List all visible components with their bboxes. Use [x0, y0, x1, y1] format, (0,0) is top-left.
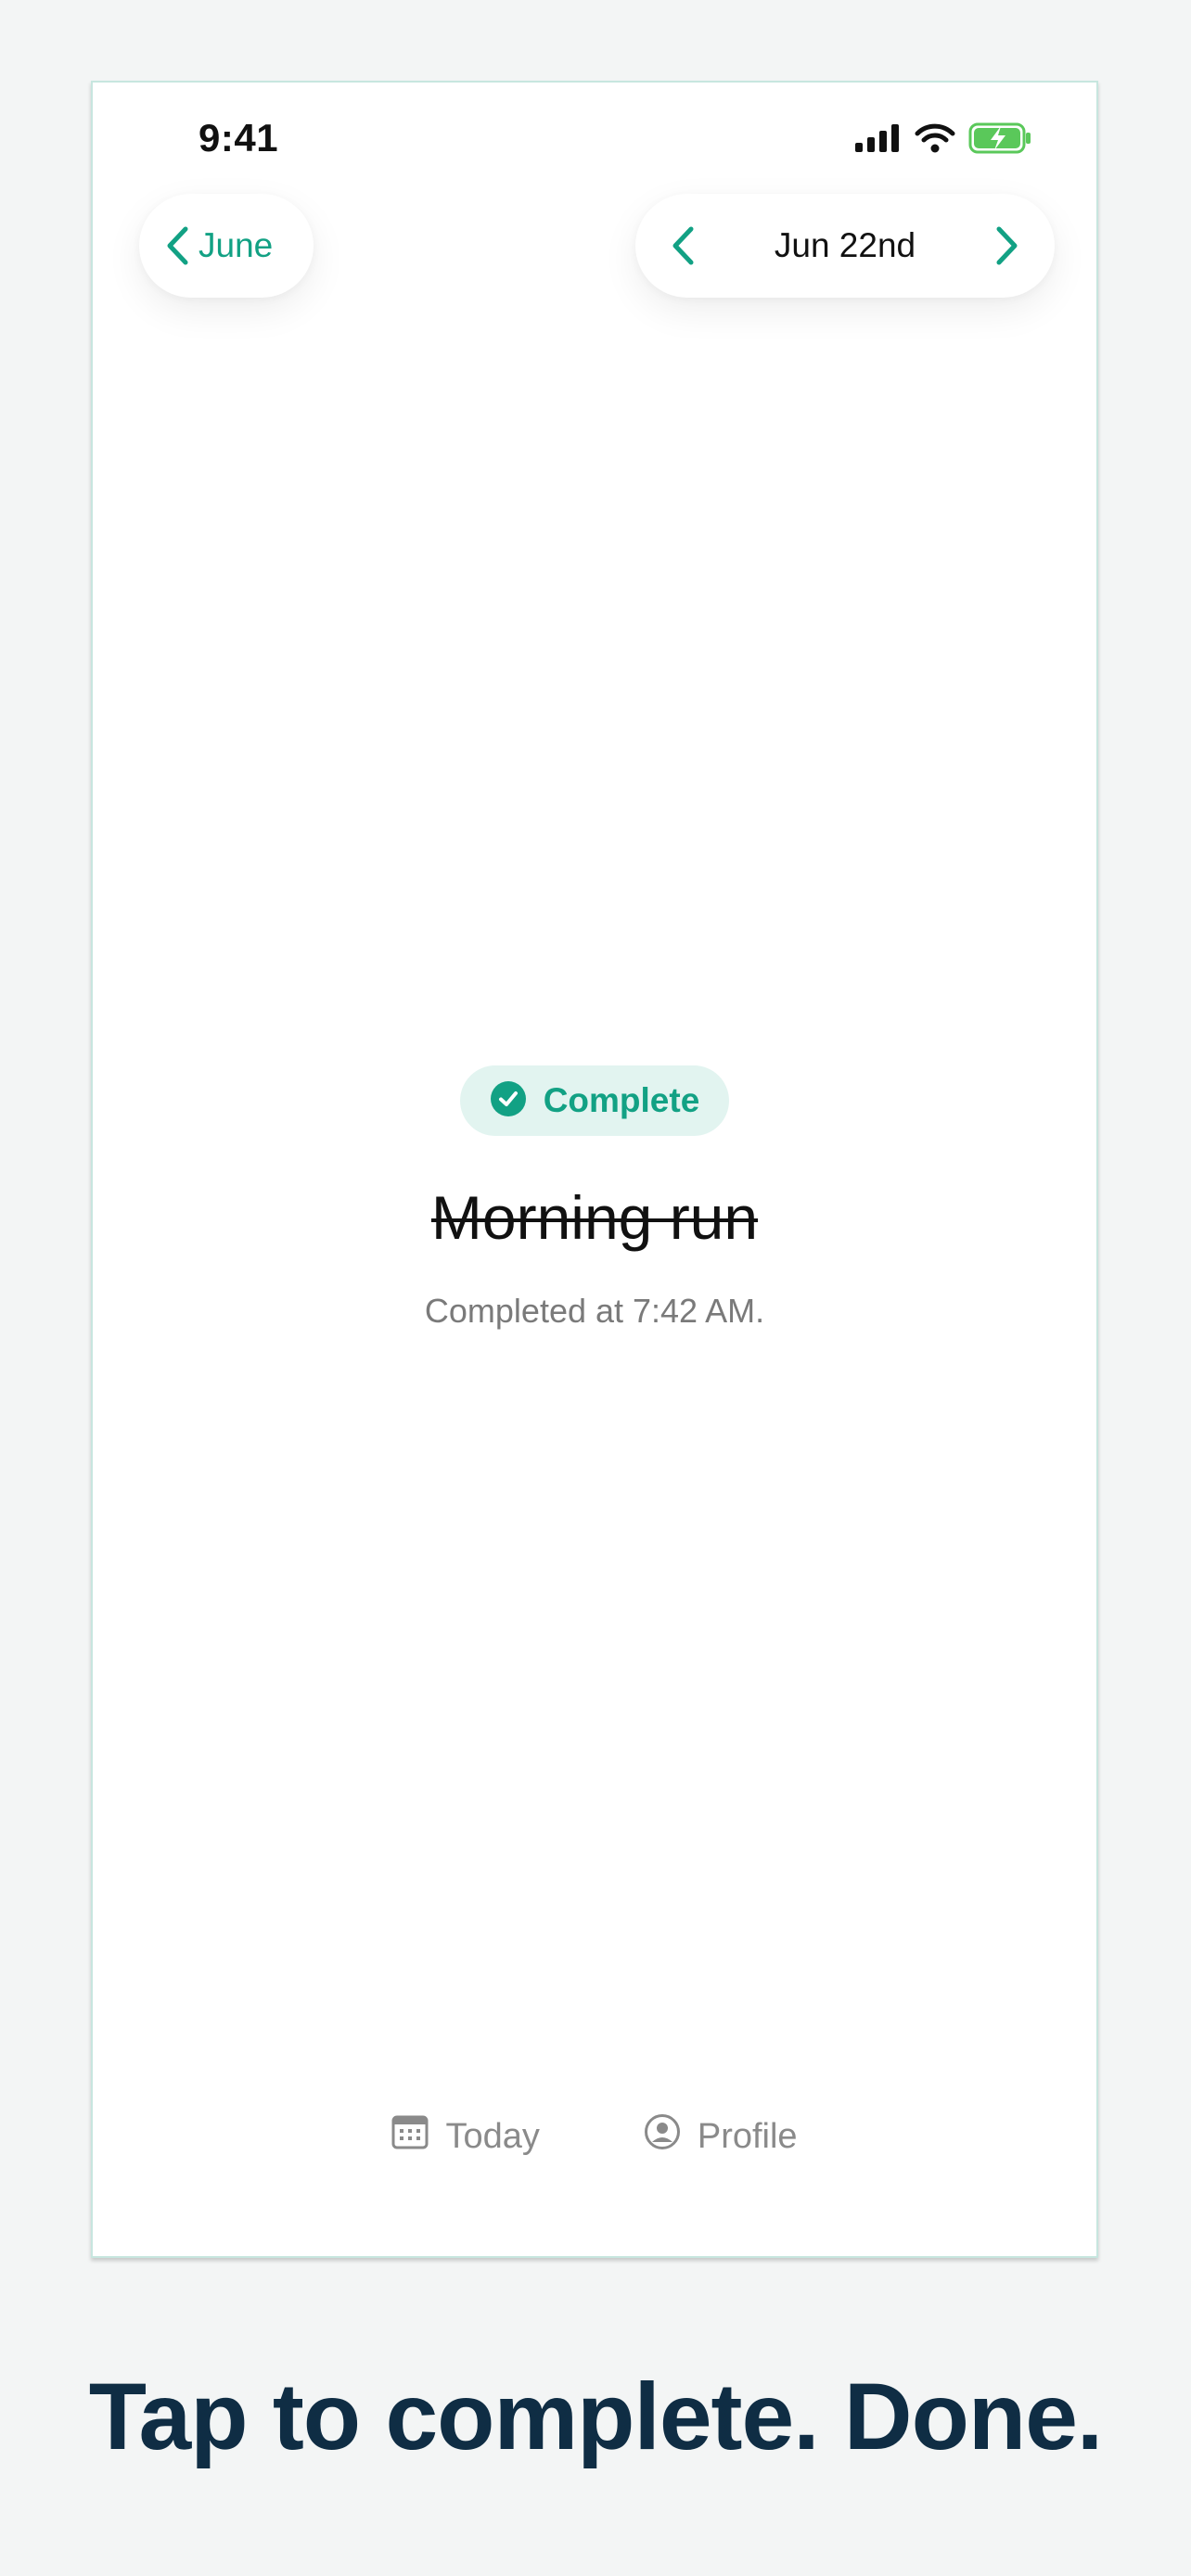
status-badge[interactable]: Complete [459, 1065, 730, 1136]
signal-icon [855, 124, 902, 157]
date-navigator: Jun 22nd [635, 194, 1055, 298]
status-icons [855, 122, 1033, 159]
wifi-icon [915, 123, 955, 158]
current-date-label: Jun 22nd [774, 226, 916, 264]
chevron-right-icon [996, 226, 1018, 265]
marketing-caption: Tap to complete. Done. [88, 2364, 1104, 2469]
check-circle-icon [490, 1080, 527, 1122]
tab-today[interactable]: Today [391, 2113, 540, 2160]
back-to-month-button[interactable]: June [139, 194, 314, 298]
battery-charging-icon [968, 122, 1033, 159]
tab-bar: Today Profile [93, 2113, 1096, 2160]
tab-profile-label: Profile [697, 2116, 798, 2156]
completed-timestamp: Completed at 7:42 AM. [424, 1292, 765, 1330]
profile-icon [644, 2113, 681, 2160]
task-title[interactable]: Morning run [431, 1182, 758, 1253]
tab-profile[interactable]: Profile [644, 2113, 798, 2160]
chevron-left-icon [165, 225, 189, 266]
month-label: June [198, 226, 274, 264]
status-time: 9:41 [198, 116, 279, 159]
calendar-icon [391, 2114, 429, 2159]
tab-today-label: Today [445, 2116, 540, 2156]
task-detail: Complete Morning run Completed at 7:42 A… [93, 1065, 1096, 1331]
phone-screen: 9:41 June Jun 22nd Complete Morning run … [91, 81, 1098, 2258]
previous-day-button[interactable] [671, 225, 695, 266]
status-badge-label: Complete [543, 1081, 700, 1119]
next-day-button[interactable] [995, 225, 1019, 266]
chevron-left-icon [672, 226, 694, 265]
